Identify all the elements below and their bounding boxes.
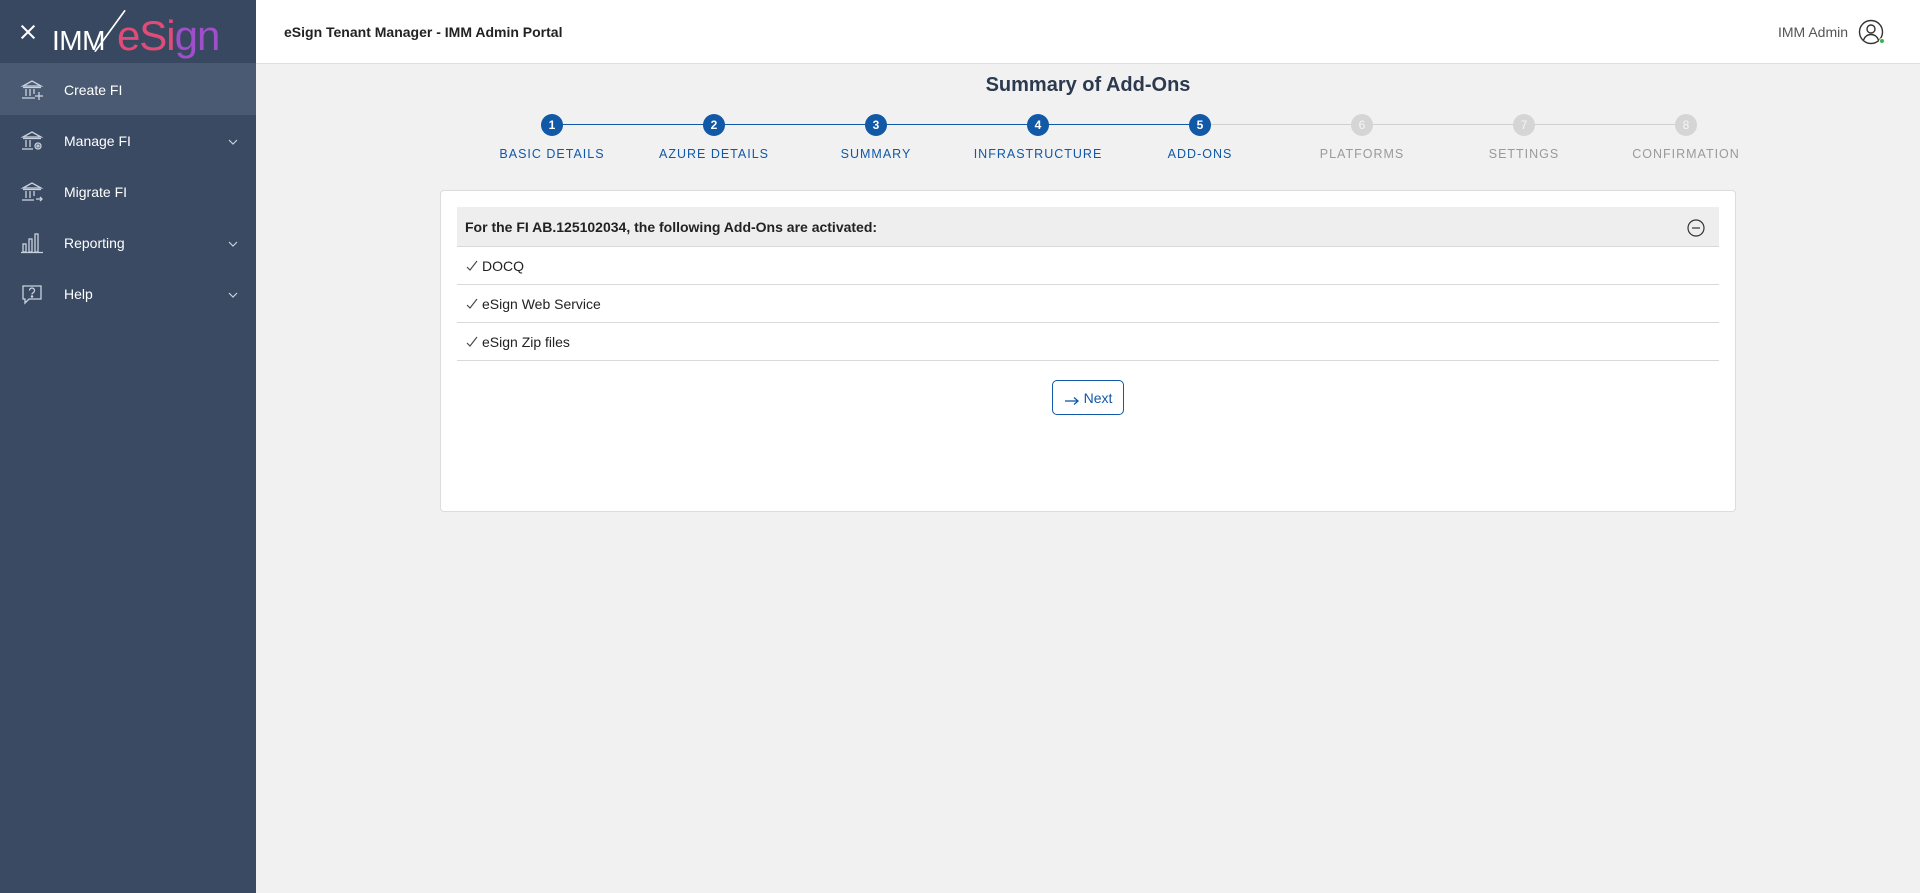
sidebar-item-create-fi[interactable]: Create FI bbox=[0, 64, 256, 115]
sidebar-item-migrate-fi[interactable]: Migrate FI bbox=[0, 166, 256, 217]
addon-label: eSign Web Service bbox=[482, 295, 601, 312]
next-button[interactable]: Next bbox=[1052, 380, 1124, 415]
step-8: 8 CONFIRMATION bbox=[1606, 114, 1766, 161]
step-number: 1 bbox=[541, 114, 563, 136]
chevron-down-icon bbox=[228, 287, 238, 298]
top-bar: eSign Tenant Manager - IMM Admin Portal … bbox=[256, 0, 1920, 64]
step-label: PLATFORMS bbox=[1319, 147, 1405, 161]
chevron-down-icon bbox=[228, 134, 238, 145]
logo-imm-text: IMM bbox=[52, 24, 105, 56]
next-button-label: Next bbox=[1083, 389, 1113, 406]
step-number: 3 bbox=[865, 114, 887, 136]
sidebar-item-label: Migrate FI bbox=[64, 183, 128, 200]
step-number: 2 bbox=[703, 114, 725, 136]
page-title: Summary of Add-Ons bbox=[985, 74, 1191, 96]
step-1[interactable]: 1 BASIC DETAILS bbox=[472, 114, 632, 161]
app-title: eSign Tenant Manager - IMM Admin Portal bbox=[284, 23, 563, 40]
step-3[interactable]: 3 SUMMARY bbox=[796, 114, 956, 161]
sidebar-item-manage-fi[interactable]: Manage FI bbox=[0, 115, 256, 166]
logo-esign-text: eSign bbox=[116, 11, 220, 59]
step-label: INFRASTRUCTURE bbox=[973, 147, 1103, 161]
bar-chart-icon bbox=[20, 231, 44, 255]
bank-gear-icon bbox=[20, 129, 44, 153]
step-number: 5 bbox=[1189, 114, 1211, 136]
list-item: DOCQ bbox=[457, 247, 1719, 285]
step-label: CONFIRMATION bbox=[1632, 147, 1740, 161]
check-icon bbox=[465, 335, 479, 349]
sidebar: IMM eSign Create FI Manage FI Migrate FI… bbox=[0, 0, 256, 893]
addons-list: DOCQ eSign Web Service eSign Zip files bbox=[457, 247, 1719, 361]
list-item: eSign Web Service bbox=[457, 285, 1719, 323]
step-label: SUMMARY bbox=[840, 147, 912, 161]
arrow-right-icon bbox=[1064, 393, 1080, 405]
sidebar-item-reporting[interactable]: Reporting bbox=[0, 217, 256, 268]
close-icon[interactable] bbox=[20, 24, 36, 40]
sidebar-item-label: Create FI bbox=[64, 81, 123, 98]
sidebar-header: IMM eSign bbox=[0, 0, 256, 64]
step-6: 6 PLATFORMS bbox=[1282, 114, 1442, 161]
step-label: AZURE DETAILS bbox=[658, 147, 769, 161]
step-2[interactable]: 2 AZURE DETAILS bbox=[634, 114, 794, 161]
sidebar-item-label: Manage FI bbox=[64, 132, 131, 149]
check-icon bbox=[465, 259, 479, 273]
addons-card-header: For the FI AB.125102034, the following A… bbox=[457, 207, 1719, 247]
step-number: 8 bbox=[1675, 114, 1697, 136]
user-avatar-icon[interactable] bbox=[1858, 19, 1885, 45]
user-menu[interactable]: IMM Admin bbox=[1777, 0, 1885, 64]
sidebar-item-label: Reporting bbox=[64, 234, 125, 251]
step-label: SETTINGS bbox=[1488, 147, 1560, 161]
step-label: ADD-ONS bbox=[1167, 147, 1233, 161]
logo: IMM eSign bbox=[52, 7, 220, 59]
wizard-stepper: 1 BASIC DETAILS 2 AZURE DETAILS 3 SUMMARY 4 INF… bbox=[472, 114, 1768, 174]
check-icon bbox=[465, 297, 479, 311]
addons-card: For the FI AB.125102034, the following A… bbox=[440, 190, 1736, 512]
step-label: BASIC DETAILS bbox=[499, 147, 605, 161]
step-4[interactable]: 4 INFRASTRUCTURE bbox=[958, 114, 1118, 161]
sidebar-nav: Create FI Manage FI Migrate FI Reporting… bbox=[0, 64, 256, 319]
step-number: 4 bbox=[1027, 114, 1049, 136]
sidebar-item-label: Help bbox=[64, 285, 93, 302]
step-number: 6 bbox=[1351, 114, 1373, 136]
online-status-dot bbox=[1879, 38, 1885, 44]
list-item: eSign Zip files bbox=[457, 323, 1719, 361]
chevron-down-icon bbox=[228, 236, 238, 247]
step-7: 7 SETTINGS bbox=[1444, 114, 1604, 161]
addon-label: eSign Zip files bbox=[482, 333, 570, 350]
sidebar-item-help[interactable]: Help bbox=[0, 268, 256, 319]
addon-label: DOCQ bbox=[482, 257, 524, 274]
minus-circle-icon[interactable] bbox=[1687, 219, 1705, 237]
bank-arrow-icon bbox=[20, 180, 44, 204]
bank-plus-icon bbox=[20, 78, 44, 102]
step-5[interactable]: 5 ADD-ONS bbox=[1120, 114, 1280, 161]
user-name: IMM Admin bbox=[1777, 24, 1848, 40]
step-number: 7 bbox=[1513, 114, 1535, 136]
main-content: Summary of Add-Ons 1 BASIC DETAILS 2 AZURE … bbox=[256, 64, 1920, 893]
help-icon bbox=[20, 282, 44, 306]
addons-card-header-text: For the FI AB.125102034, the following A… bbox=[465, 218, 878, 235]
